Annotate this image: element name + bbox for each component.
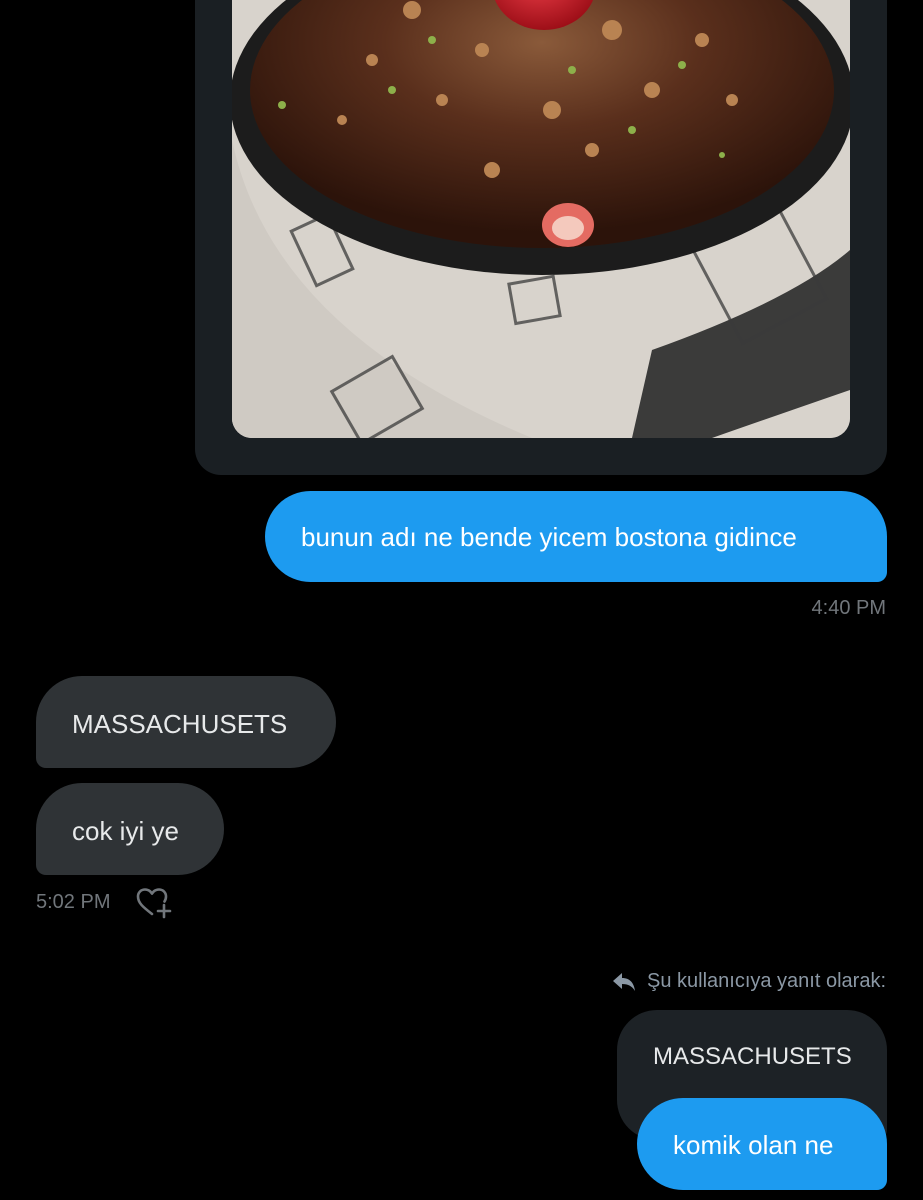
message-timestamp: 4:40 PM bbox=[811, 597, 886, 619]
quoted-text: MASSACHUSETS bbox=[653, 1043, 852, 1070]
reply-note-text: Şu kullanıcıya yanıt olarak: bbox=[646, 970, 886, 992]
message-text: komik olan ne bbox=[673, 1130, 834, 1160]
message-timestamp: 5:02 PM bbox=[36, 891, 111, 913]
reply-context-note: Şu kullanıcıya yanıt olarak: bbox=[611, 970, 886, 993]
dessert-photo[interactable] bbox=[232, 0, 850, 438]
reply-arrow-icon bbox=[612, 972, 635, 991]
heart-plus-icon[interactable] bbox=[135, 886, 173, 920]
shared-photo-message[interactable] bbox=[195, 0, 887, 475]
sent-reply-bubble[interactable]: komik olan ne bbox=[637, 1098, 887, 1190]
sent-message-bubble[interactable]: bunun adı ne bende yicem bostona gidince bbox=[265, 491, 887, 582]
message-text: bunun adı ne bende yicem bostona gidince bbox=[301, 522, 797, 552]
received-message-bubble[interactable]: cok iyi ye bbox=[36, 783, 224, 875]
message-text: cok iyi ye bbox=[72, 816, 179, 846]
received-message-bubble[interactable]: MASSACHUSETS bbox=[36, 676, 336, 768]
message-text: MASSACHUSETS bbox=[72, 709, 288, 739]
